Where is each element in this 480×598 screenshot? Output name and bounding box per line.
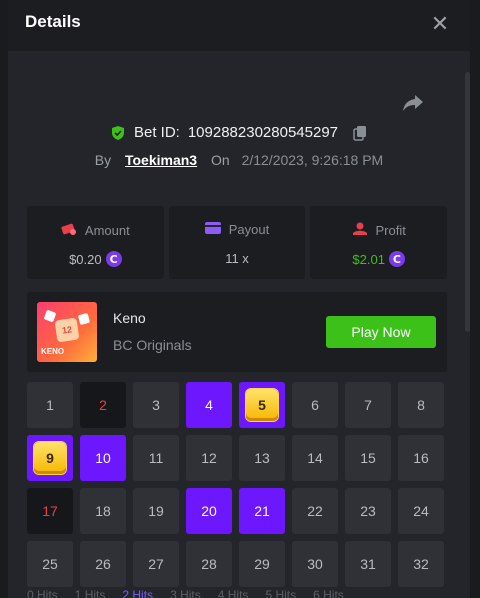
- gem-hit-icon: 5: [246, 389, 278, 421]
- amount-label: Amount: [84, 223, 130, 238]
- modal-header: Details ✕: [8, 0, 470, 51]
- verified-shield-icon: [110, 125, 126, 141]
- keno-cell[interactable]: 10: [80, 435, 126, 481]
- keno-cell[interactable]: 8: [398, 382, 444, 428]
- bet-byline: By Toekiman3 On 2/12/2023, 9:26:18 PM: [8, 152, 470, 168]
- hits-tab[interactable]: 4 Hits: [218, 588, 249, 598]
- payout-value: 11 x: [225, 251, 249, 266]
- on-label: On: [210, 152, 230, 168]
- stat-payout: Payout 11 x: [168, 206, 306, 279]
- keno-cell[interactable]: 27: [133, 541, 179, 587]
- hits-tab[interactable]: 1 Hits: [75, 588, 106, 598]
- bet-id-value: 109288230280545297: [187, 124, 339, 141]
- details-modal: Details ✕ Bet ID: 109288230280545297 By …: [8, 0, 470, 598]
- keno-cell[interactable]: 7: [345, 382, 391, 428]
- hits-tab[interactable]: 0 Hits: [27, 588, 58, 598]
- profit-label: Profit: [375, 223, 406, 238]
- keno-cell[interactable]: 17: [27, 488, 73, 534]
- keno-cell[interactable]: 19: [133, 488, 179, 534]
- dice-icon: [77, 312, 91, 326]
- hits-tab[interactable]: 3 Hits: [170, 588, 201, 598]
- hits-tab[interactable]: 6 Hits: [313, 588, 344, 598]
- keno-cell[interactable]: 6: [292, 382, 338, 428]
- amount-icon: [61, 222, 77, 239]
- keno-cell[interactable]: 1: [27, 382, 73, 428]
- username-link[interactable]: Toekiman3: [125, 152, 197, 168]
- thumb-name: KENO: [41, 347, 65, 356]
- keno-cell[interactable]: 12: [186, 435, 232, 481]
- bet-id-row: Bet ID: 109288230280545297: [8, 124, 470, 145]
- hits-tab[interactable]: 5 Hits: [265, 588, 296, 598]
- copy-icon[interactable]: [352, 125, 368, 141]
- gem-hit-icon: 9: [34, 442, 66, 474]
- modal-title: Details: [25, 12, 81, 31]
- keno-cell[interactable]: 32: [398, 541, 444, 587]
- scrollbar[interactable]: [465, 72, 470, 332]
- keno-cell[interactable]: 31: [345, 541, 391, 587]
- stat-amount: Amount $0.20 C: [27, 206, 164, 279]
- keno-grid: 1 2 3 4 5 6 7 8 9 10 11 12 13 14 15 16 17 18 19 20 21 22 23 24 2…: [27, 382, 447, 587]
- keno-cell[interactable]: 3: [133, 382, 179, 428]
- coin-icon: C: [105, 251, 122, 267]
- game-card: 12 KENO Keno BC Originals Play Now: [27, 292, 447, 372]
- keno-cell[interactable]: 29: [239, 541, 285, 587]
- keno-cell[interactable]: 26: [80, 541, 126, 587]
- keno-cell[interactable]: 28: [186, 541, 232, 587]
- payout-label: Payout: [228, 222, 270, 237]
- stats-row: Amount $0.20 C Payout 11 x Profit $2.01 …: [27, 206, 448, 279]
- hits-tab[interactable]: 2 Hits: [122, 588, 153, 598]
- by-label: By: [94, 152, 112, 168]
- game-name: Keno: [113, 310, 146, 326]
- profit-value: $2.01: [352, 251, 385, 267]
- hits-tabs: 0 Hits 1 Hits 2 Hits 3 Hits 4 Hits 5 Hits 6 Hi…: [27, 588, 467, 598]
- keno-cell[interactable]: 16: [398, 435, 444, 481]
- amount-value: $0.20: [69, 251, 102, 267]
- keno-cell[interactable]: 18: [80, 488, 126, 534]
- bet-id-label: Bet ID:: [133, 124, 180, 141]
- play-now-button[interactable]: Play Now: [326, 316, 436, 348]
- keno-cell[interactable]: 14: [292, 435, 338, 481]
- dice-icon: [43, 309, 57, 323]
- stat-profit: Profit $2.01 C: [310, 206, 448, 279]
- keno-cell[interactable]: 4: [186, 382, 232, 428]
- payout-icon: [204, 222, 221, 237]
- game-thumbnail[interactable]: 12 KENO: [37, 302, 97, 362]
- close-icon[interactable]: ✕: [428, 11, 452, 36]
- keno-cell[interactable]: 22: [292, 488, 338, 534]
- keno-cell[interactable]: 21: [239, 488, 285, 534]
- profit-icon: [352, 222, 368, 239]
- keno-cell[interactable]: 11: [133, 435, 179, 481]
- bet-date: 2/12/2023, 9:26:18 PM: [241, 152, 384, 168]
- keno-cell[interactable]: 25: [27, 541, 73, 587]
- keno-cell[interactable]: 30: [292, 541, 338, 587]
- thumb-number: 12: [54, 317, 80, 343]
- keno-cell[interactable]: 5: [239, 382, 285, 428]
- keno-cell[interactable]: 24: [398, 488, 444, 534]
- keno-cell[interactable]: 9: [27, 435, 73, 481]
- game-provider: BC Originals: [113, 337, 192, 353]
- share-icon[interactable]: [401, 91, 425, 115]
- keno-cell[interactable]: 13: [239, 435, 285, 481]
- keno-cell[interactable]: 15: [345, 435, 391, 481]
- keno-cell[interactable]: 20: [186, 488, 232, 534]
- coin-icon: C: [388, 251, 405, 267]
- keno-cell[interactable]: 2: [80, 382, 126, 428]
- keno-cell[interactable]: 23: [345, 488, 391, 534]
